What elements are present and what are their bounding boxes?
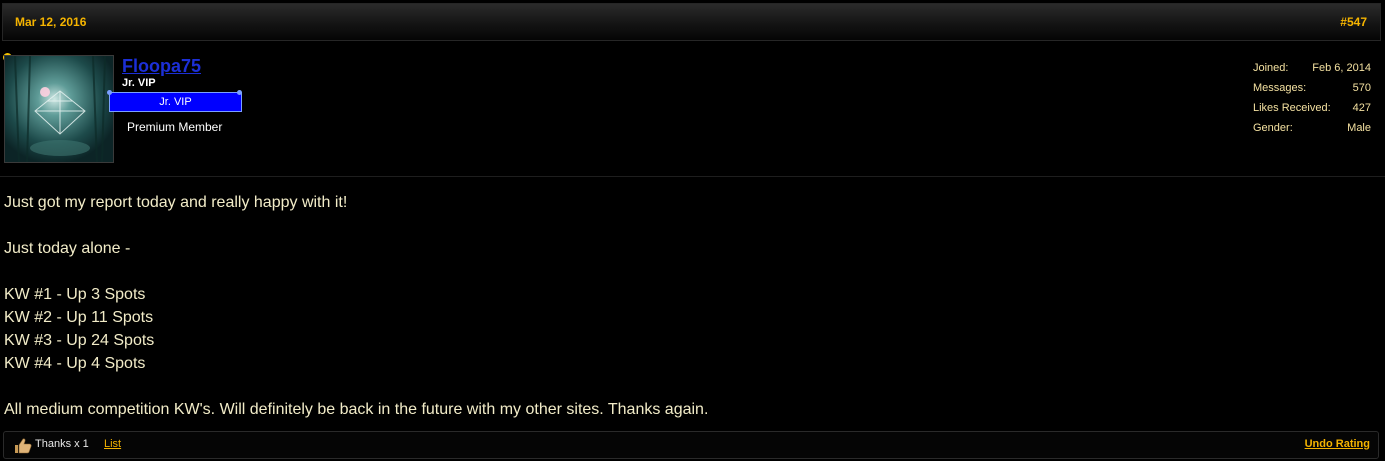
stat-joined: Joined: Feb 6, 2014 [1253,62,1371,82]
post-permalink[interactable]: #547 [1340,15,1367,29]
message-line [4,214,1374,237]
message-line: KW #2 - Up 11 Spots [4,309,154,326]
stat-likes: Likes Received: 427 [1253,102,1371,122]
user-title: Jr. VIP [122,77,156,89]
user-stats: Joined: Feb 6, 2014 Messages: 570 Likes … [1253,62,1371,142]
post-header: Mar 12, 2016 #547 [2,3,1381,41]
message-line [4,375,1374,398]
message-line: All medium competition KW's. Will defini… [4,401,709,418]
stat-value: 427 [1352,102,1371,114]
stat-label: Joined: [1253,62,1289,74]
ratings-list-link[interactable]: List [104,438,121,450]
message-line: KW #3 - Up 24 Spots [4,332,155,349]
post-date: Mar 12, 2016 [15,15,87,29]
stat-value: Feb 6, 2014 [1312,62,1371,74]
membership-label: Premium Member [127,120,223,134]
message-line: Just got my report today and really happ… [4,194,348,211]
avatar-image [5,56,113,162]
stat-label: Gender: [1253,122,1293,134]
stat-gender: Gender: Male [1253,122,1371,142]
stat-value-link[interactable]: 570 [1353,82,1371,94]
message-line: KW #4 - Up 4 Spots [4,355,146,372]
avatar[interactable] [4,55,114,163]
rank-handle-left [107,90,112,95]
rank-handle-right [237,90,242,95]
stat-label: Likes Received: [1253,102,1331,114]
thumbs-up-icon [15,438,32,454]
rank-label: Jr. VIP [159,96,192,108]
stat-value: Male [1347,122,1371,134]
username-link[interactable]: Floopa75 [122,56,201,77]
thanks-count: Thanks x 1 [35,438,89,450]
message-line: Just today alone - [4,240,131,257]
stat-messages: Messages: 570 [1253,82,1371,102]
stat-label: Messages: [1253,82,1307,94]
message-line [4,260,1374,283]
post-divider [0,176,1385,177]
undo-rating-link[interactable]: Undo Rating [1305,438,1370,450]
message-line: KW #1 - Up 3 Spots [4,286,146,303]
post-message: Just got my report today and really happ… [4,191,1374,421]
rank-badge: Jr. VIP [109,92,242,112]
ratings-bar: Thanks x 1 List Undo Rating [3,431,1379,459]
